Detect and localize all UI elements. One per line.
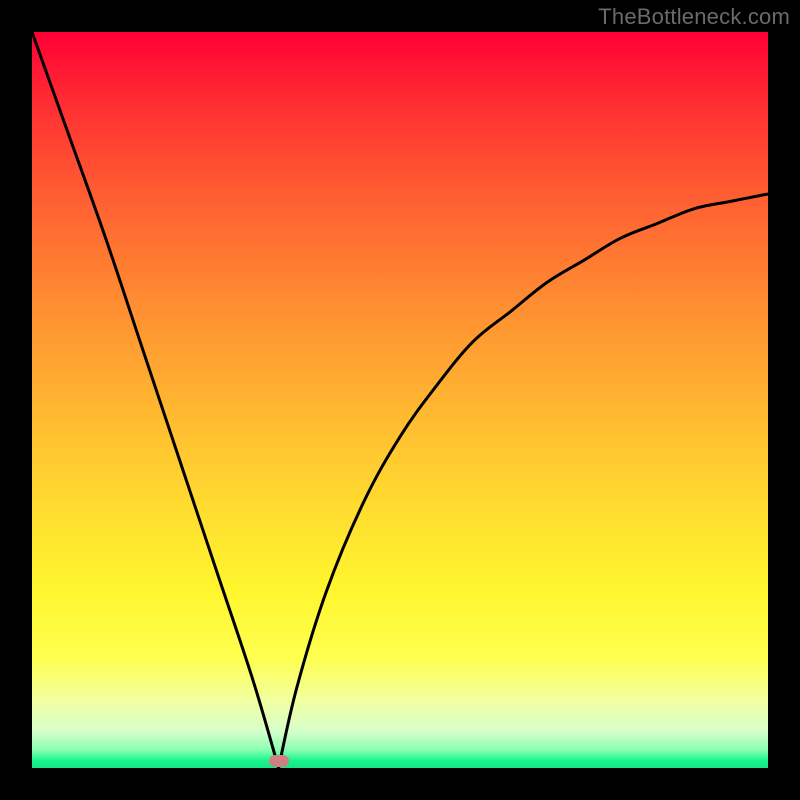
minimum-marker (269, 755, 289, 767)
watermark-text: TheBottleneck.com (598, 4, 790, 30)
chart-container: TheBottleneck.com (0, 0, 800, 800)
bottleneck-curve (32, 32, 768, 768)
curve-path (32, 32, 768, 768)
plot-area (32, 32, 768, 768)
